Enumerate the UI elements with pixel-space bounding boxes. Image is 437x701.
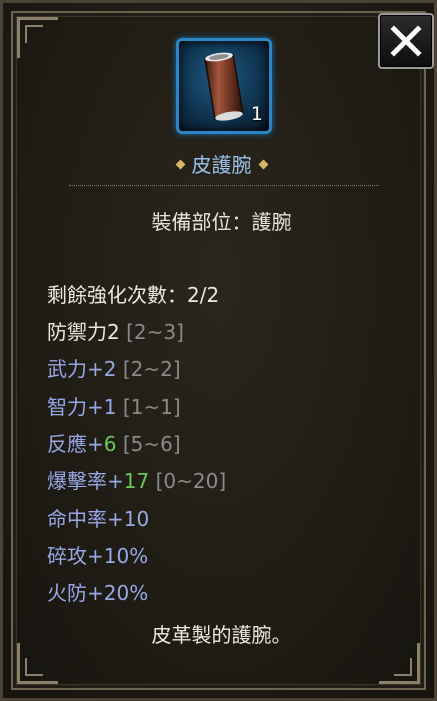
equip-slot-text: 裝備部位：護腕 — [151, 210, 292, 234]
stat-strength: 武力+2 [2~2] — [47, 357, 181, 381]
ornament-corner — [379, 643, 420, 684]
item-name: 皮護腕 — [191, 153, 252, 177]
item-tooltip-panel: 1 皮護腕 裝備部位：護腕 剩餘強化次數：2/2 防禦力2 [2~3] 武力+2… — [0, 0, 437, 701]
stat-intelligence: 智力+1 [1~1] — [47, 395, 181, 419]
stat-defense: 防禦力2 [2~3] — [47, 320, 184, 344]
stat-crit-rate: 爆擊率+17 [0~20] — [47, 469, 227, 493]
diamond-ornament-icon — [258, 159, 268, 170]
stat-hit-rate: 命中率+10 — [47, 507, 150, 531]
diamond-ornament-icon — [175, 159, 185, 170]
enhance-count: 剩餘強化次數：2/2 — [47, 283, 220, 307]
ornament-corner — [17, 643, 58, 684]
divider — [69, 185, 379, 186]
ornament-corner — [17, 17, 58, 58]
stat-break-attack: 碎攻+10% — [47, 544, 149, 568]
item-icon-slot[interactable]: 1 — [176, 38, 272, 134]
item-title: 皮護腕 — [3, 149, 437, 178]
item-quantity: 1 — [250, 103, 263, 125]
item-description: 皮革製的護腕。 — [151, 623, 292, 647]
close-x-icon — [390, 25, 422, 57]
stat-fire-resist: 火防+20% — [47, 581, 149, 605]
stat-reaction: 反應+6 [5~6] — [47, 432, 181, 456]
leather-bracer-icon — [204, 52, 244, 121]
close-button[interactable] — [378, 13, 434, 69]
